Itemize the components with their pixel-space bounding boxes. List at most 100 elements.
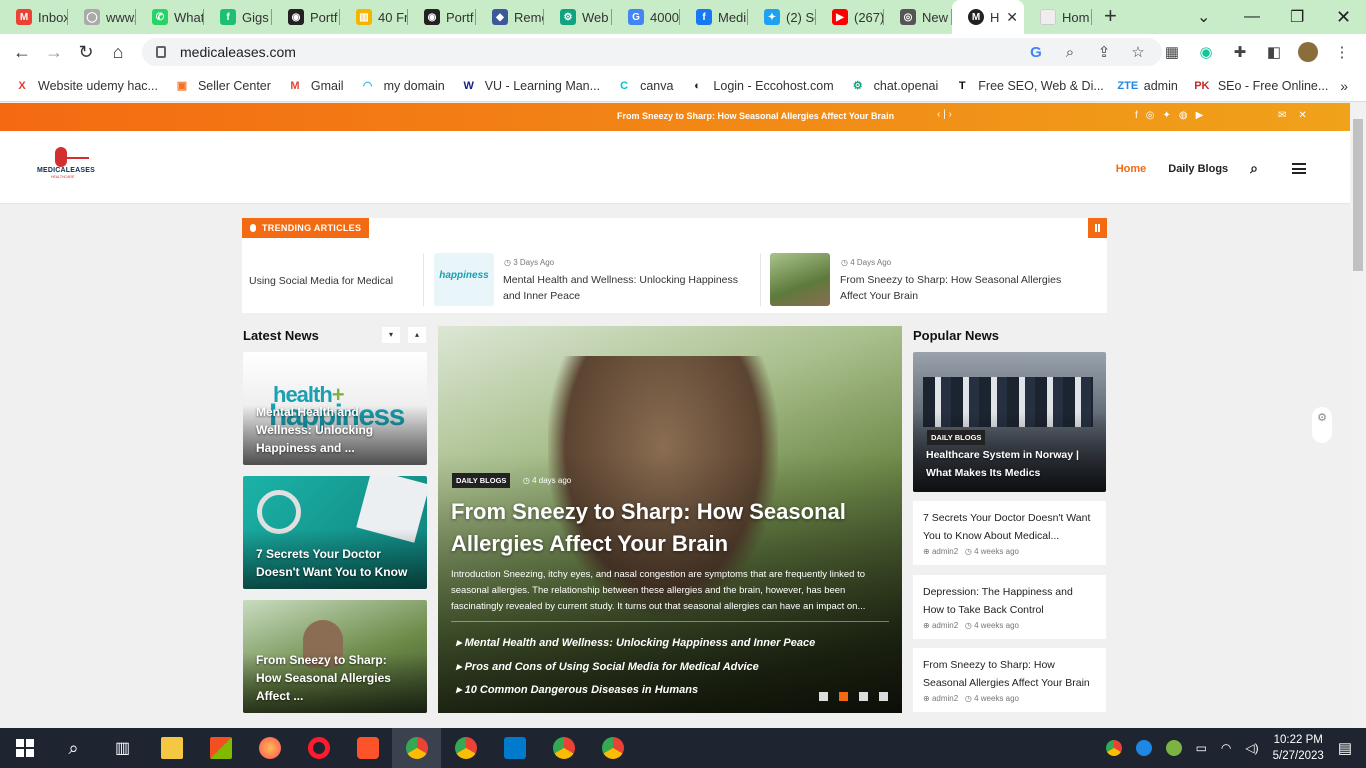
instagram-icon[interactable]: ◎ xyxy=(1146,110,1155,121)
site-logo[interactable]: MEDICALEASES HEALTHCARE xyxy=(37,147,99,187)
browser-tab[interactable]: f Gigs xyxy=(204,0,272,34)
side-panel-icon[interactable]: ◧ xyxy=(1264,42,1284,62)
tab-search-icon[interactable]: ⌄ xyxy=(1197,0,1210,34)
volume-icon[interactable]: ◁) xyxy=(1245,741,1258,755)
browser-tab[interactable]: ✦ (2) Se xyxy=(748,0,816,34)
popular-feature-card[interactable]: DAILY BLOGS Healthcare System in Norway … xyxy=(913,352,1106,492)
hero-related-link[interactable]: ▸ 10 Common Dangerous Diseases in Humans xyxy=(456,683,698,696)
browser-tab[interactable]: ◉ Portf xyxy=(272,0,340,34)
profile-avatar[interactable] xyxy=(1298,42,1318,62)
browser-tab[interactable]: ◉ Portf xyxy=(408,0,476,34)
maximize-button[interactable]: ❐ xyxy=(1290,0,1304,34)
browser-tab[interactable]: Hom xyxy=(1024,0,1092,34)
bookmark-item[interactable]: M Gmail xyxy=(287,78,343,94)
chrome-icon[interactable] xyxy=(588,728,637,768)
chrome-icon[interactable] xyxy=(441,728,490,768)
youtube-icon[interactable]: ▶ xyxy=(1196,110,1204,121)
browser-tab[interactable]: M Inbox xyxy=(0,0,68,34)
wifi-icon[interactable]: ◠ xyxy=(1221,741,1231,755)
bookmark-item[interactable]: ⚙ chat.openai xyxy=(850,78,939,94)
popular-news-item[interactable]: From Sneezy to Sharp: How Seasonal Aller… xyxy=(913,648,1106,712)
google-lens-icon[interactable]: G xyxy=(1026,42,1046,62)
browser-tab[interactable]: f Medi xyxy=(680,0,748,34)
latest-news-card[interactable]: health+ happiness Mental Health and Well… xyxy=(243,352,427,465)
category-badge[interactable]: DAILY BLOGS xyxy=(452,473,511,488)
popular-news-item[interactable]: Depression: The Happiness and How to Tak… xyxy=(913,575,1106,639)
forward-icon[interactable]: → xyxy=(38,42,70,63)
bookmark-item[interactable]: Ccanva xyxy=(616,78,673,94)
hamburger-menu-icon[interactable] xyxy=(1292,163,1306,174)
hero-title[interactable]: From Sneezy to Sharp: How Seasonal Aller… xyxy=(451,496,871,560)
zoom-icon[interactable]: ⌕ xyxy=(1060,42,1080,62)
menu-icon[interactable]: ⋮ xyxy=(1332,42,1352,62)
vscode-icon[interactable] xyxy=(490,728,539,768)
slider-dot[interactable] xyxy=(879,692,888,701)
ticker-arrows[interactable]: ‹ | › xyxy=(937,109,952,120)
bolt-tray-icon[interactable] xyxy=(1135,740,1152,756)
bookmark-item[interactable]: ▣ Seller Center xyxy=(174,78,271,94)
browser-tab[interactable]: ⚙ Web xyxy=(544,0,612,34)
chrome-icon[interactable] xyxy=(392,728,441,768)
pause-button[interactable] xyxy=(1088,218,1107,238)
nav-home[interactable]: Home xyxy=(1116,163,1147,175)
hero-related-link[interactable]: ▸ Mental Health and Wellness: Unlocking … xyxy=(456,636,815,649)
search-icon[interactable]: ⌕ xyxy=(49,728,98,768)
bookmark-item[interactable]: PK SEo - Free Online... xyxy=(1194,78,1328,94)
trending-item[interactable]: Using Social Media for Medical xyxy=(249,273,393,289)
trending-item[interactable]: From Sneezy to Sharp: How Seasonal Aller… xyxy=(840,272,1080,304)
chevron-down-icon[interactable]: ▾ xyxy=(382,327,400,343)
wechat-icon[interactable]: ◍ xyxy=(1179,110,1188,121)
browser-tab[interactable]: ◎ New xyxy=(884,0,952,34)
chrome-icon[interactable] xyxy=(539,728,588,768)
bookmark-star-icon[interactable]: ☆ xyxy=(1128,42,1148,62)
file-explorer-icon[interactable] xyxy=(147,728,196,768)
bookmark-item[interactable]: X Website udemy hac... xyxy=(14,78,158,94)
shuffle-icon[interactable]: ✕ xyxy=(1298,110,1306,121)
nav-daily-blogs[interactable]: Daily Blogs xyxy=(1168,163,1228,175)
start-icon[interactable] xyxy=(0,728,49,768)
firefox-icon[interactable] xyxy=(245,728,294,768)
browser-tab[interactable]: G 4000 xyxy=(612,0,680,34)
task-view-icon[interactable]: ▥ xyxy=(98,728,147,768)
browser-tab[interactable]: ▶ (267) xyxy=(816,0,884,34)
qr-extension-icon[interactable]: ▦ xyxy=(1162,42,1182,62)
latest-news-card[interactable]: 7 Secrets Your Doctor Doesn't Want You t… xyxy=(243,476,427,589)
browser-tab[interactable]: ◯ www. xyxy=(68,0,136,34)
trending-item[interactable]: Mental Health and Wellness: Unlocking Ha… xyxy=(503,272,748,304)
extensions-icon[interactable]: ✚ xyxy=(1230,42,1250,62)
hero-slider[interactable]: DAILY BLOGS ◷ 4 days ago From Sneezy to … xyxy=(438,326,902,713)
trending-thumb[interactable] xyxy=(770,253,830,306)
bookmark-item[interactable]: ◐ Login - Eccohost.com xyxy=(689,78,834,94)
vertical-scrollbar[interactable] xyxy=(1350,103,1366,727)
browser-tab[interactable]: ◆ Remo xyxy=(476,0,544,34)
bookmark-item[interactable]: ZTE admin xyxy=(1117,78,1177,94)
hero-related-link[interactable]: ▸ Pros and Cons of Using Social Media fo… xyxy=(456,660,759,673)
bookmark-item[interactable]: W VU - Learning Man... xyxy=(461,78,601,94)
bookmark-item[interactable]: ◠ my domain xyxy=(360,78,445,94)
mail-icon[interactable]: ✉ xyxy=(1278,110,1286,121)
store-icon[interactable] xyxy=(196,728,245,768)
new-tab-button[interactable]: + xyxy=(1104,0,1117,34)
slider-dot-active[interactable] xyxy=(839,692,848,701)
close-tab-icon[interactable]: ✕ xyxy=(1006,9,1018,26)
tray-app-icon[interactable] xyxy=(1165,740,1182,756)
trending-thumb[interactable]: happiness xyxy=(434,253,494,306)
settings-gear-icon[interactable]: ⚙ xyxy=(1312,407,1332,443)
latest-news-card[interactable]: From Sneezy to Sharp: How Seasonal Aller… xyxy=(243,600,427,713)
chevron-up-icon[interactable]: ▴ xyxy=(408,327,426,343)
popular-news-item[interactable]: 7 Secrets Your Doctor Doesn't Want You t… xyxy=(913,501,1106,565)
share-icon[interactable]: ⇪ xyxy=(1094,42,1114,62)
ticker-text[interactable]: From Sneezy to Sharp: How Seasonal Aller… xyxy=(617,111,894,121)
minimize-button[interactable]: — xyxy=(1244,0,1260,34)
opera-icon[interactable] xyxy=(294,728,343,768)
slider-dot[interactable] xyxy=(859,692,868,701)
brave-icon[interactable] xyxy=(343,728,392,768)
browser-tab[interactable]: ✆ What xyxy=(136,0,204,34)
category-badge[interactable]: DAILY BLOGS xyxy=(927,430,986,445)
battery-icon[interactable]: ▭ xyxy=(1196,741,1207,755)
notifications-icon[interactable]: ▤ xyxy=(1338,739,1352,757)
browser-tab[interactable]: ▥ 40 Fr xyxy=(340,0,408,34)
chrome-tray-icon[interactable] xyxy=(1105,740,1122,756)
slider-dot[interactable] xyxy=(819,692,828,701)
browser-tab-active[interactable]: M H ✕ xyxy=(952,0,1024,34)
